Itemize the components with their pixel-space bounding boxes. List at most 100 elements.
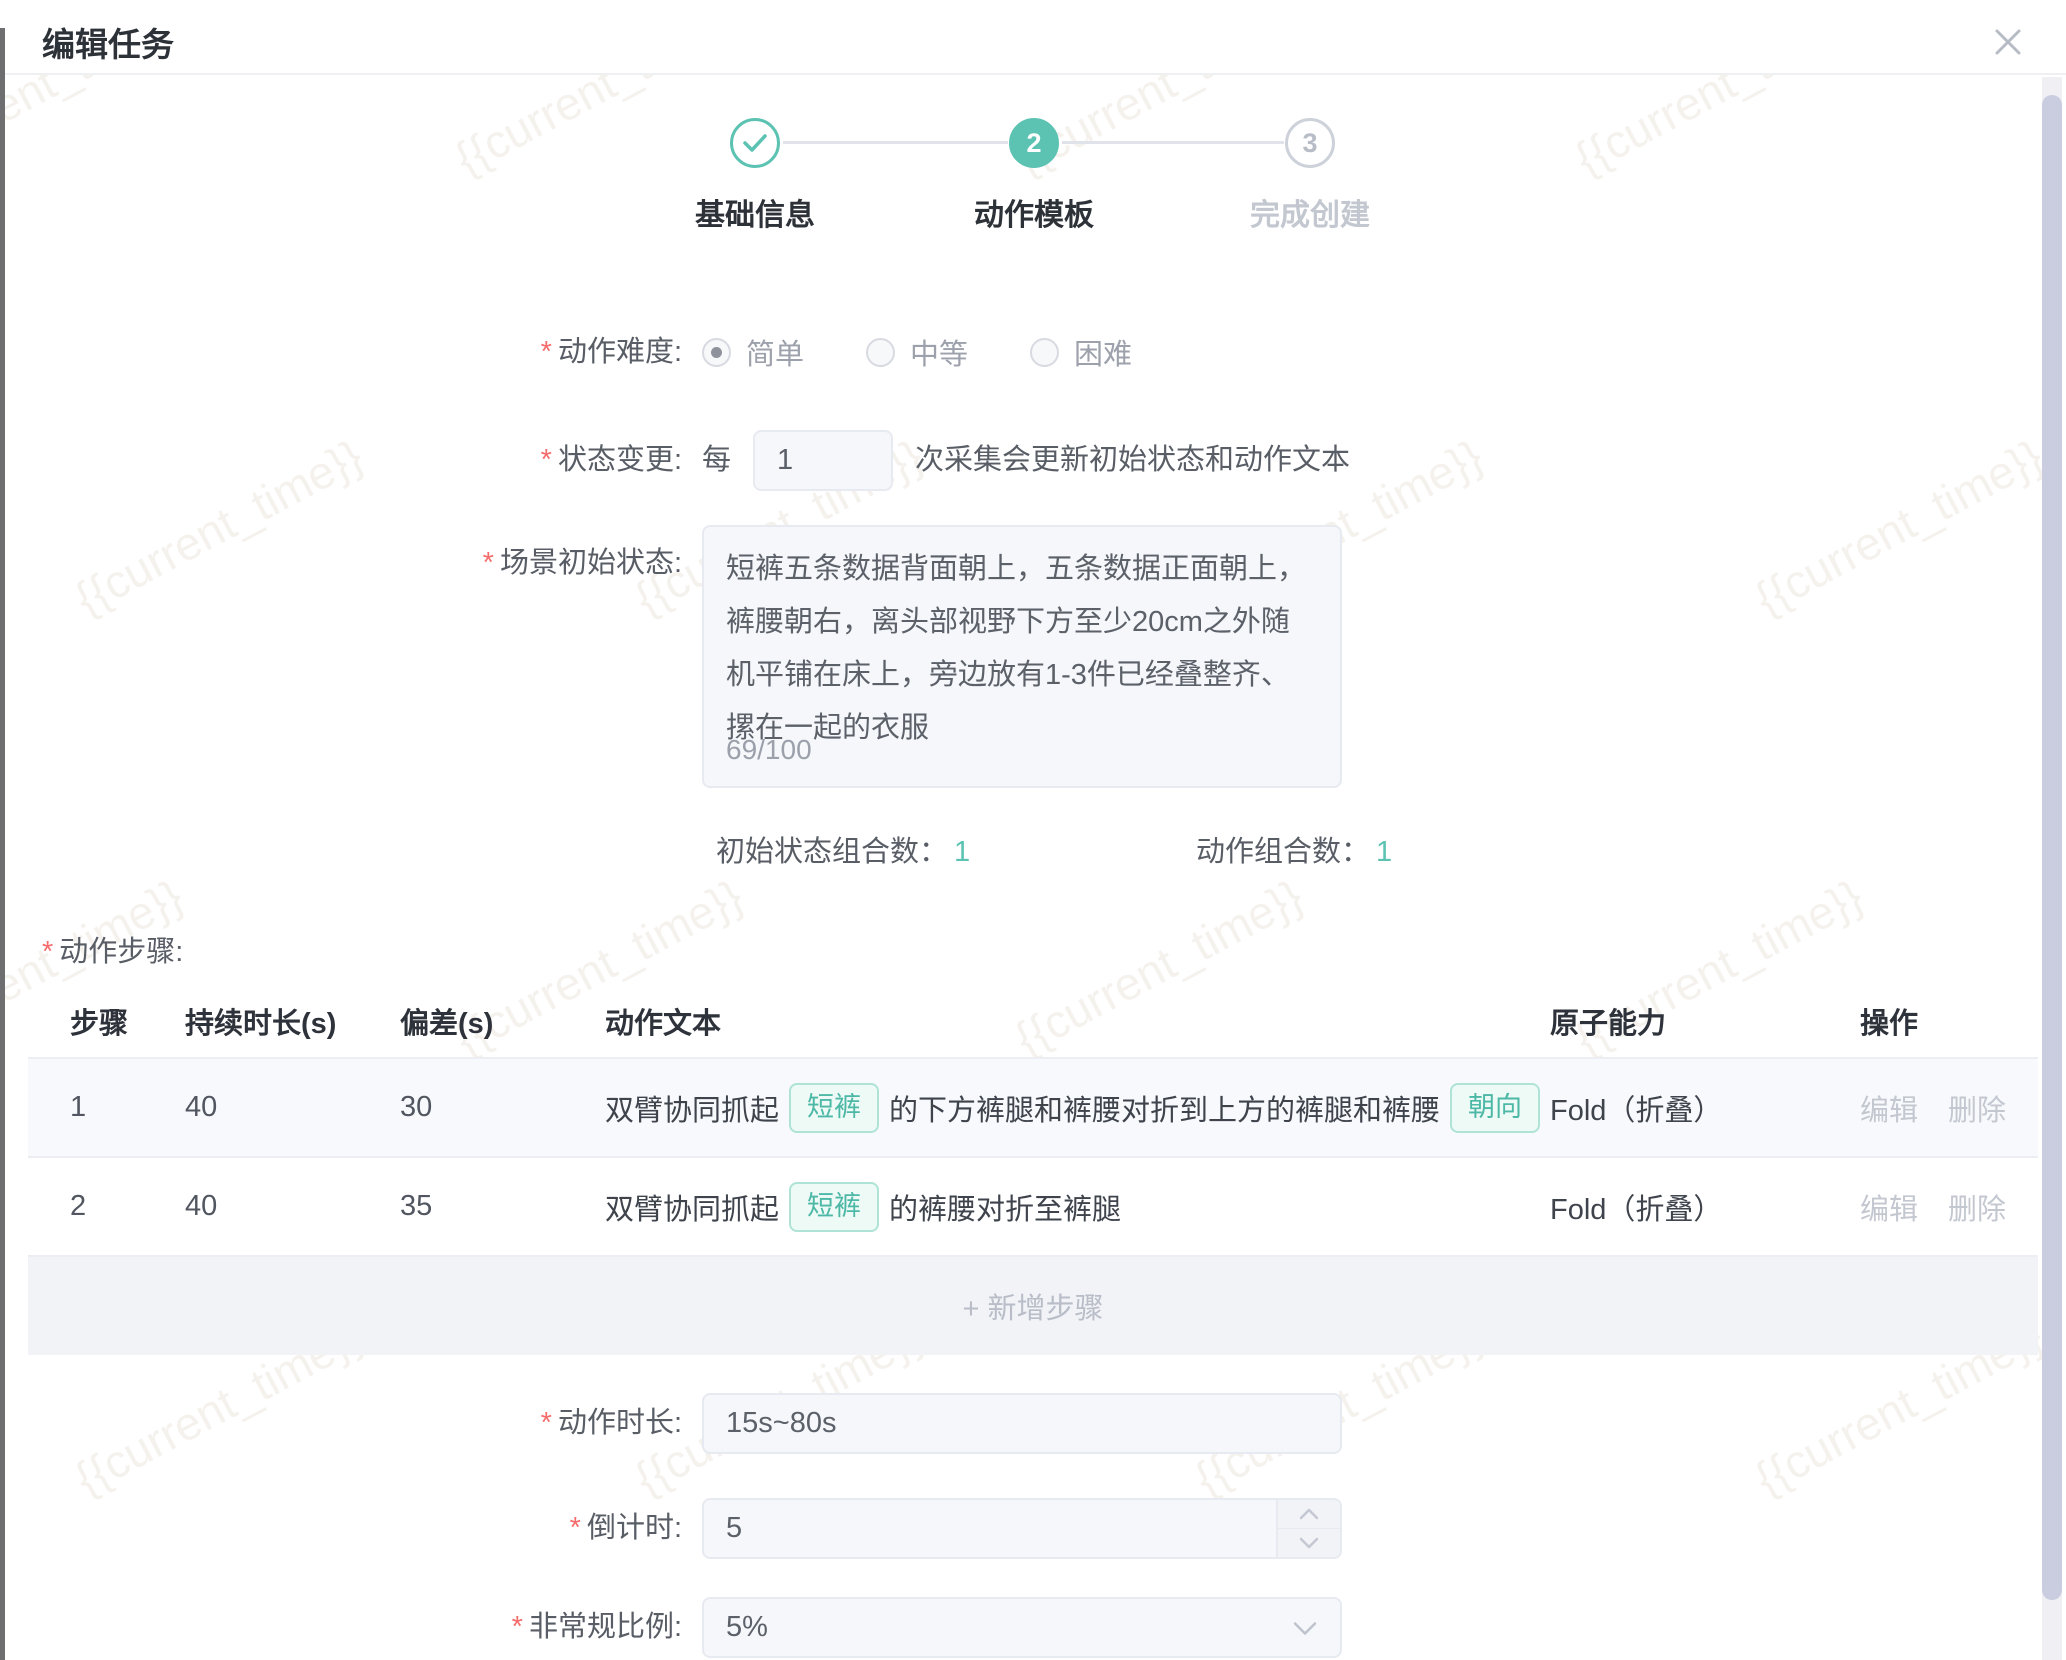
- required-mark: *: [541, 1407, 552, 1439]
- duration-input[interactable]: 15s~80s: [702, 1393, 1342, 1454]
- char-counter: 69/100: [726, 723, 812, 776]
- step-connector-2: [1062, 141, 1284, 144]
- required-mark: *: [541, 336, 552, 368]
- state-change-label: *状态变更:: [0, 430, 700, 491]
- scrollbar-track[interactable]: [2042, 77, 2062, 1660]
- cell-ability: Fold（折叠）: [1550, 1186, 1860, 1228]
- step-3-number: 3: [1302, 128, 1317, 159]
- step-1-circle: [730, 118, 780, 168]
- required-mark: *: [42, 936, 53, 968]
- action-steps-label: *动作步骤:: [42, 928, 183, 970]
- action-text-fragment: 的下方裤腿和裤腰对折到上方的裤腿和裤腰: [889, 1087, 1440, 1129]
- cell-step: 2: [70, 1190, 185, 1223]
- action-steps-table: 步骤 持续时长(s) 偏差(s) 动作文本 原子能力 操作 14030双臂协同抓…: [28, 985, 2038, 1355]
- close-button[interactable]: [1986, 20, 2030, 64]
- radio-option-label: 简单: [746, 331, 804, 373]
- countdown-label: *倒计时:: [0, 1498, 700, 1559]
- difficulty-row: *动作难度: 简单中等困难: [0, 330, 2066, 374]
- radio-option-label: 困难: [1074, 331, 1132, 373]
- state-change-input[interactable]: 1: [753, 430, 893, 491]
- number-spinner: [1276, 1500, 1340, 1557]
- countdown-input[interactable]: 5: [702, 1498, 1342, 1559]
- close-icon: [1989, 23, 2027, 61]
- col-header-action-text: 动作文本: [605, 1000, 1550, 1042]
- edit-link[interactable]: 编辑: [1860, 1087, 1918, 1129]
- step-3-circle: 3: [1285, 118, 1335, 168]
- action-text-fragment: 双臂协同抓起: [605, 1186, 779, 1228]
- chevron-down-icon: [1298, 1536, 1320, 1550]
- initial-combo-value: 1: [954, 836, 970, 868]
- scene-state-row: *场景初始状态: 短裤五条数据背面朝上，五条数据正面朝上，裤腰朝右，离头部视野下…: [0, 525, 2066, 788]
- radio-unselected-icon: [866, 338, 895, 367]
- cell-action-text: 双臂协同抓起短裤的下方裤腿和裤腰对折到上方的裤腿和裤腰朝向: [605, 1083, 1550, 1133]
- difficulty-radio-2[interactable]: 中等: [866, 331, 968, 373]
- unusual-ratio-row: *非常规比例: 5%: [0, 1597, 2066, 1658]
- delete-link[interactable]: 删除: [1948, 1186, 2006, 1228]
- action-combo-value: 1: [1376, 836, 1392, 868]
- state-change-prefix: 每: [702, 430, 731, 491]
- backdrop-edge: [0, 28, 5, 1660]
- step-1-label: 基础信息: [625, 190, 885, 234]
- initial-combo-label: 初始状态组合数：: [716, 836, 948, 868]
- edit-link[interactable]: 编辑: [1860, 1186, 1918, 1228]
- difficulty-radio-1[interactable]: 简单: [702, 331, 804, 373]
- dialog-header: 编辑任务: [0, 0, 2066, 75]
- col-header-duration: 持续时长(s): [185, 1000, 400, 1042]
- action-combo-count: 动作组合数：1: [1196, 828, 1392, 870]
- step-2-number: 2: [1026, 128, 1041, 159]
- scene-state-text: 短裤五条数据背面朝上，五条数据正面朝上，裤腰朝右，离头部视野下方至少20cm之外…: [726, 543, 1318, 755]
- cell-duration: 40: [185, 1190, 400, 1223]
- add-step-label: + 新增步骤: [963, 1285, 1104, 1327]
- object-tag: 短裤: [789, 1083, 879, 1133]
- unusual-ratio-label: *非常规比例:: [0, 1597, 700, 1658]
- required-mark: *: [541, 444, 552, 476]
- duration-value: 15s~80s: [726, 1395, 836, 1452]
- step-2-circle: 2: [1009, 118, 1059, 168]
- increment-button[interactable]: [1278, 1500, 1340, 1529]
- table-row: 14030双臂协同抓起短裤的下方裤腿和裤腰对折到上方的裤腿和裤腰朝向Fold（折…: [28, 1057, 2038, 1156]
- add-step-button[interactable]: + 新增步骤: [28, 1255, 2038, 1355]
- delete-link[interactable]: 删除: [1948, 1087, 2006, 1129]
- unusual-ratio-select[interactable]: 5%: [702, 1597, 1342, 1658]
- select-chevron-down-icon: [1292, 1611, 1318, 1644]
- step-2-label: 动作模板: [904, 190, 1164, 234]
- col-header-step: 步骤: [70, 1000, 185, 1042]
- scrollbar-thumb[interactable]: [2042, 95, 2062, 1600]
- radio-option-label: 中等: [910, 331, 968, 373]
- state-change-suffix: 次采集会更新初始状态和动作文本: [915, 430, 1350, 491]
- cell-deviation: 30: [400, 1091, 605, 1124]
- scene-state-textarea[interactable]: 短裤五条数据背面朝上，五条数据正面朝上，裤腰朝右，离头部视野下方至少20cm之外…: [702, 525, 1342, 788]
- duration-label: *动作时长:: [0, 1393, 700, 1454]
- initial-combo-count: 初始状态组合数：1: [716, 828, 970, 870]
- scene-state-label: *场景初始状态:: [0, 525, 700, 581]
- cell-deviation: 35: [400, 1190, 605, 1223]
- decrement-button[interactable]: [1278, 1529, 1340, 1558]
- step-connector-1: [783, 141, 1008, 144]
- check-icon: [742, 132, 768, 154]
- col-header-operations: 操作: [1860, 1000, 2038, 1042]
- object-tag: 短裤: [789, 1182, 879, 1232]
- col-header-deviation: 偏差(s): [400, 1000, 605, 1042]
- action-combo-label: 动作组合数：: [1196, 836, 1370, 868]
- countdown-row: *倒计时: 5: [0, 1498, 2066, 1559]
- action-text-fragment: 双臂协同抓起: [605, 1087, 779, 1129]
- difficulty-radio-3[interactable]: 困难: [1030, 331, 1132, 373]
- step-3-label: 完成创建: [1180, 190, 1440, 234]
- required-mark: *: [483, 547, 494, 579]
- cell-ability: Fold（折叠）: [1550, 1087, 1860, 1129]
- chevron-up-icon: [1298, 1507, 1320, 1521]
- countdown-value: 5: [726, 1500, 742, 1557]
- cell-action-text: 双臂协同抓起短裤的裤腰对折至裤腿: [605, 1182, 1550, 1232]
- radio-selected-icon: [702, 338, 731, 367]
- required-mark: *: [570, 1512, 581, 1544]
- cell-duration: 40: [185, 1091, 400, 1124]
- unusual-ratio-value: 5%: [726, 1599, 768, 1656]
- col-header-ability: 原子能力: [1550, 1000, 1860, 1042]
- cell-operations: 编辑删除: [1860, 1186, 2038, 1228]
- dialog-title: 编辑任务: [42, 18, 174, 66]
- required-mark: *: [512, 1611, 523, 1643]
- radio-unselected-icon: [1030, 338, 1059, 367]
- object-tag: 朝向: [1450, 1083, 1540, 1133]
- cell-step: 1: [70, 1091, 185, 1124]
- cell-operations: 编辑删除: [1860, 1087, 2038, 1129]
